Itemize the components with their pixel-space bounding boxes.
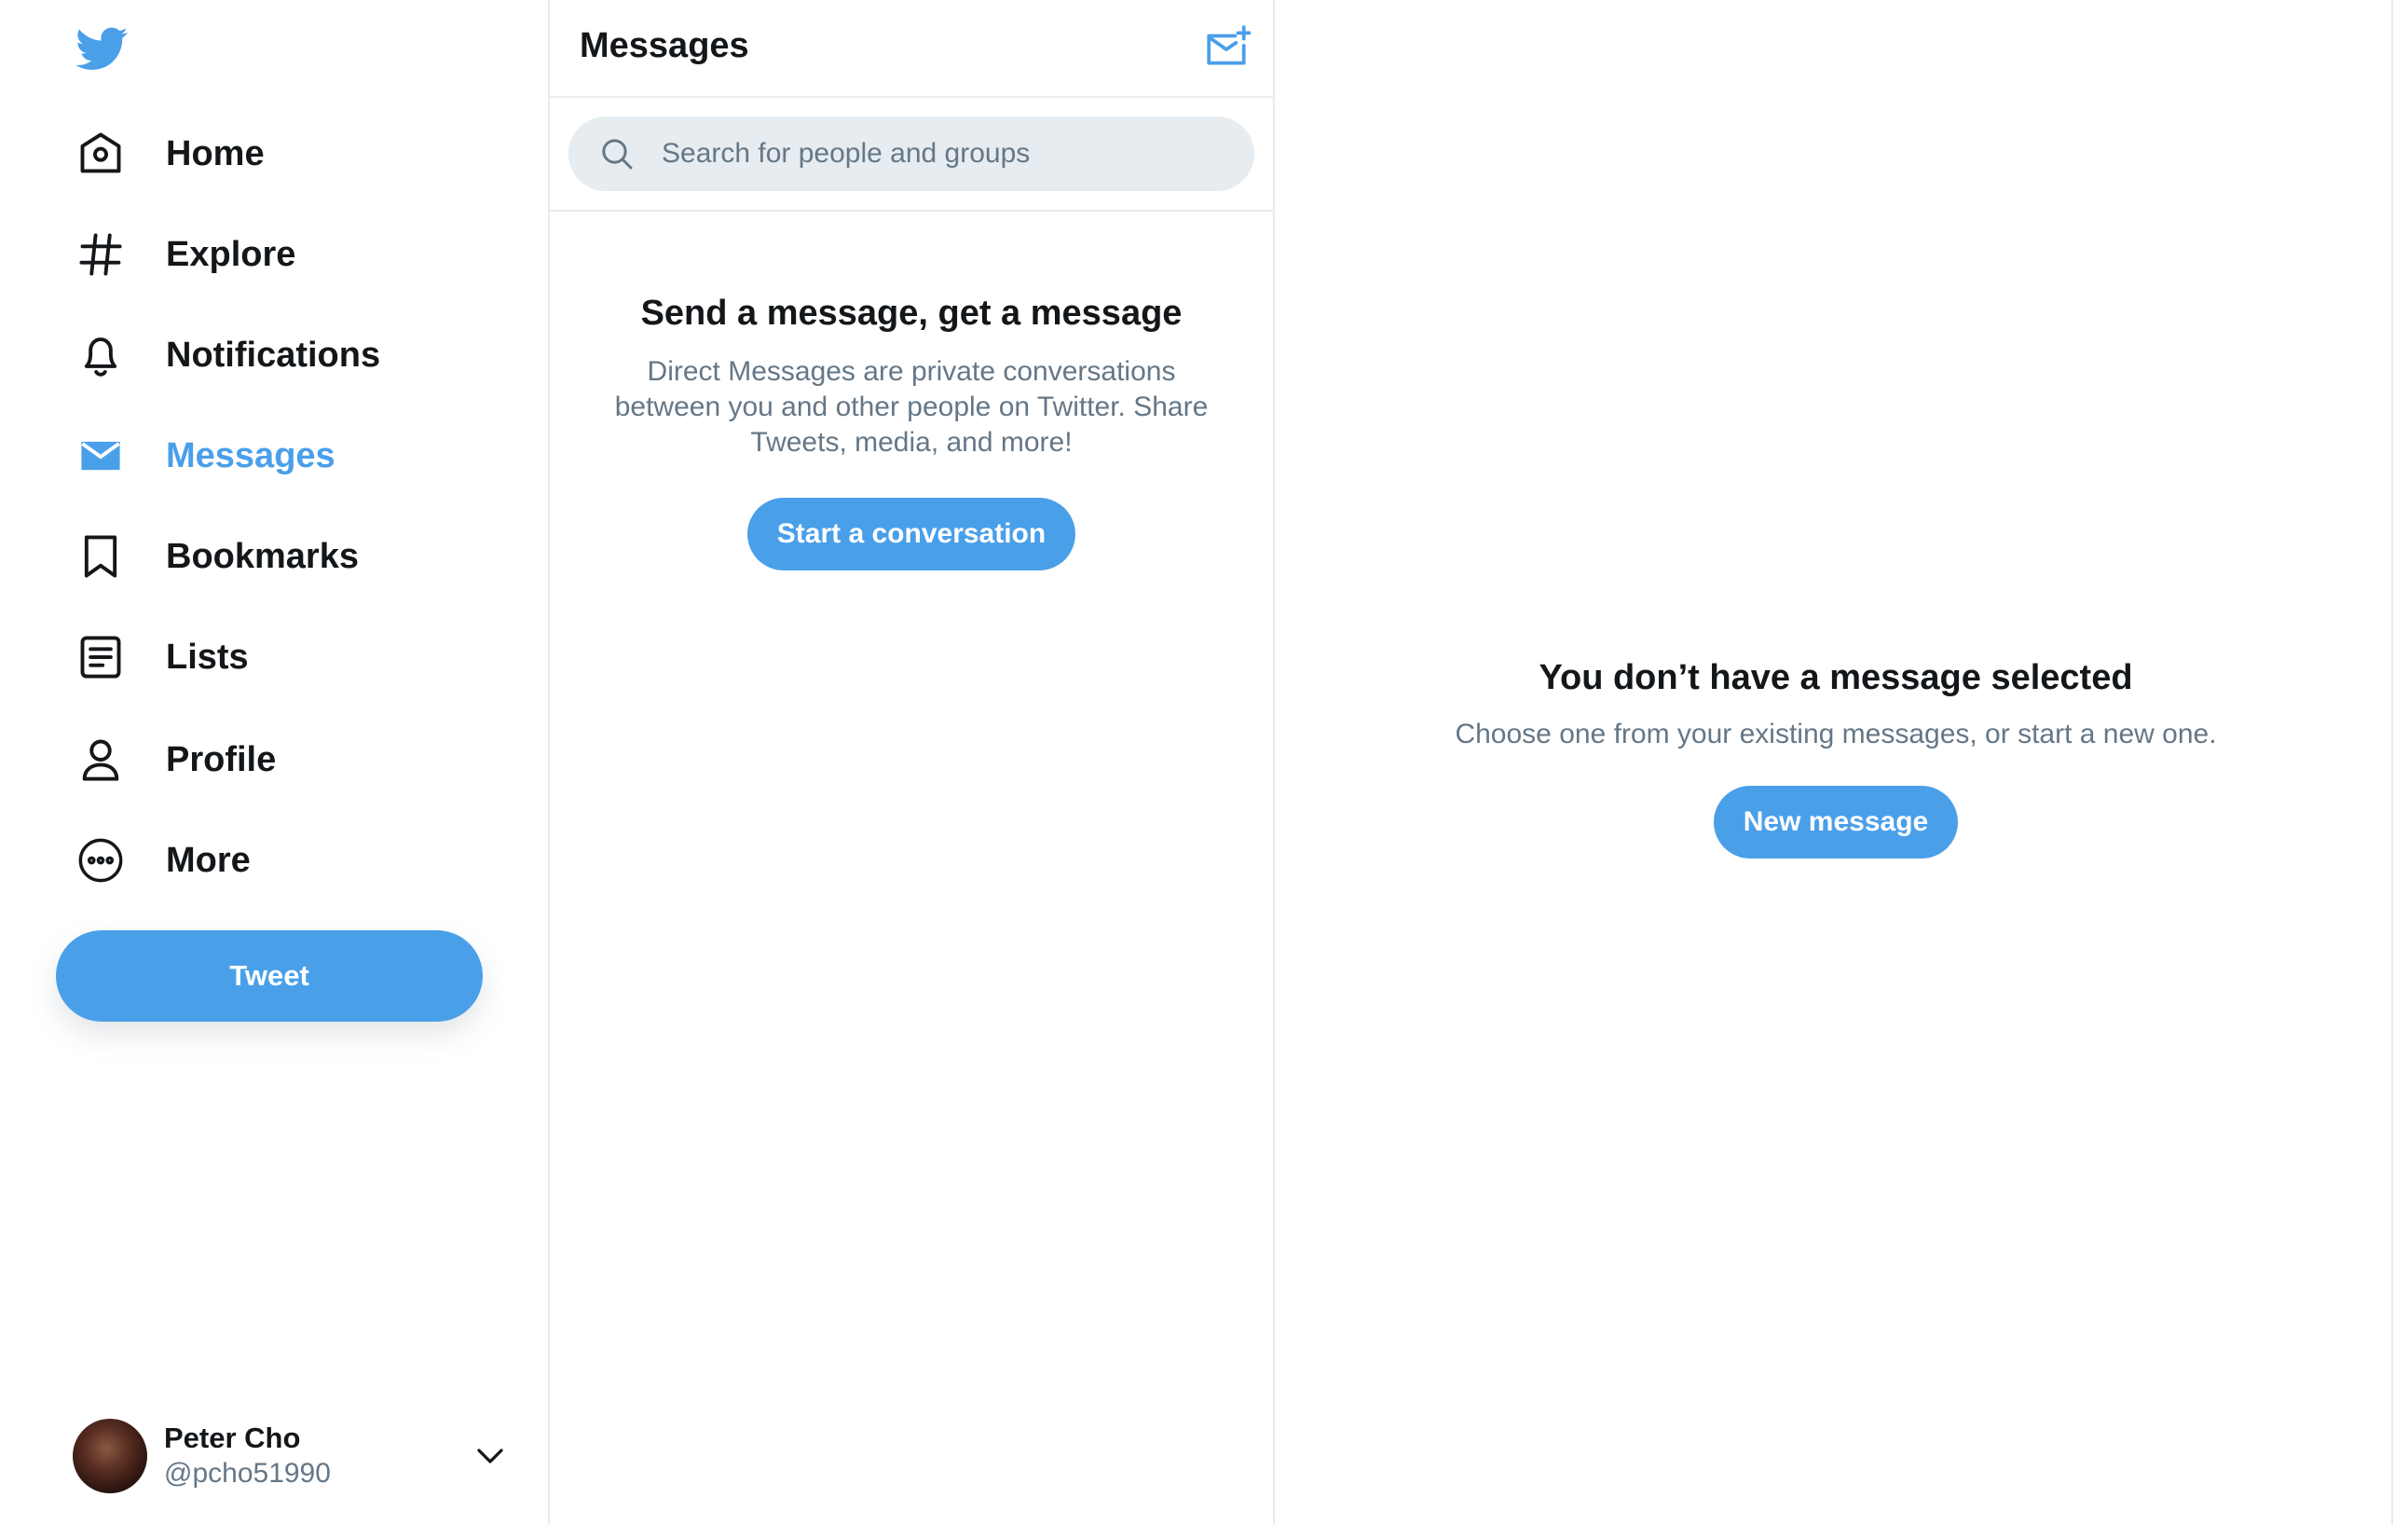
nav-item-home[interactable]: Home [56,112,285,196]
list-icon [76,633,125,681]
no-selection-subtitle: Choose one from your existing messages, … [1455,719,2217,749]
chevron-down-icon[interactable] [473,1439,507,1473]
dm-empty-state: Send a message, get a message Direct Mes… [550,212,1273,570]
conversation-panel: You don’t have a message selected Choose… [1277,0,2395,1525]
app-window: Home Explore Notifications Messages Book… [0,0,2408,1525]
search-icon [602,139,633,170]
nav-label-explore: Explore [166,234,296,274]
start-conversation-button[interactable]: Start a conversation [746,498,1076,570]
bookmark-icon [76,532,125,581]
nav-item-profile[interactable]: Profile [56,718,296,802]
nav-item-explore[interactable]: Explore [56,213,316,296]
search-box[interactable] [568,117,1254,191]
nav-label-profile: Profile [166,739,277,779]
messages-column: Messages Send a message, get a message D… [550,0,1275,1525]
nav-label-more: More [166,840,251,880]
bell-icon [76,331,125,379]
messages-header: Messages [550,0,1273,98]
nav-item-more[interactable]: More [56,818,271,902]
account-switcher[interactable]: Peter Cho @pcho51990 [73,1417,520,1495]
compose-message-icon[interactable] [1204,24,1251,71]
nav-item-messages[interactable]: Messages [56,414,356,498]
nav-label-bookmarks: Bookmarks [166,536,359,576]
nav-label-lists: Lists [166,637,249,677]
nav-label-messages: Messages [166,435,335,475]
avatar [73,1419,147,1493]
nav-item-lists[interactable]: Lists [56,615,269,699]
nav-label-notifications: Notifications [166,335,381,375]
account-info: Peter Cho @pcho51990 [164,1421,331,1491]
more-circle-icon [76,836,125,885]
new-message-button[interactable]: New message [1713,786,1959,859]
tweet-button[interactable]: Tweet [56,930,483,1022]
home-icon [76,130,125,178]
sidebar: Home Explore Notifications Messages Book… [0,0,550,1525]
empty-state-title: Send a message, get a message [640,294,1183,333]
account-handle: @pcho51990 [164,1458,331,1489]
nav-item-notifications[interactable]: Notifications [56,313,401,397]
account-name: Peter Cho [164,1422,301,1454]
right-divider [2391,0,2393,1525]
person-icon [76,735,125,784]
no-selection-state: You don’t have a message selected Choose… [1277,658,2395,859]
no-selection-title: You don’t have a message selected [1539,658,2133,697]
search-input[interactable] [662,138,1239,170]
twitter-bird-icon[interactable] [75,22,130,75]
nav-label-home: Home [166,133,265,173]
nav-item-bookmarks[interactable]: Bookmarks [56,515,379,598]
hashtag-icon [76,230,125,279]
search-area [550,98,1273,212]
envelope-icon [76,432,125,480]
empty-state-description: Direct Messages are private conversation… [614,356,1209,458]
page-title: Messages [580,26,749,65]
